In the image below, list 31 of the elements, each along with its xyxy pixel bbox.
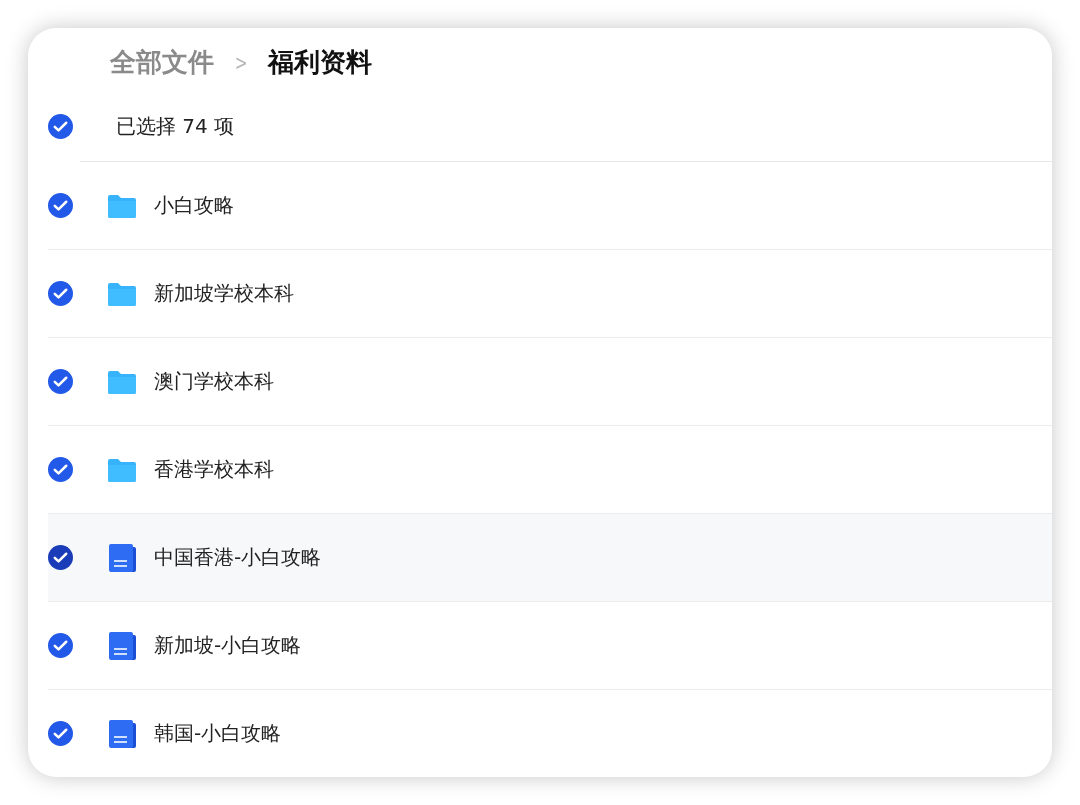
breadcrumb-link[interactable]: 福利资料 xyxy=(268,44,373,80)
file-name: 新加坡-小白攻略 xyxy=(154,632,302,659)
row-checkbox[interactable] xyxy=(48,633,73,658)
row-checkbox[interactable] xyxy=(48,721,73,746)
document-icon xyxy=(108,631,136,660)
file-row[interactable]: 韩国-小白攻略 xyxy=(48,690,1052,777)
row-checkbox[interactable] xyxy=(48,193,73,218)
folder-icon xyxy=(108,281,136,306)
file-row[interactable]: 小白攻略 xyxy=(48,162,1052,250)
document-icon xyxy=(108,719,136,748)
folder-icon xyxy=(108,193,136,218)
row-checkbox[interactable] xyxy=(48,545,73,570)
file-name: 中国香港-小白攻略 xyxy=(154,544,322,571)
select-all-checkbox[interactable] xyxy=(48,114,73,139)
file-row[interactable]: 中国香港-小白攻略 xyxy=(48,514,1052,602)
row-checkbox[interactable] xyxy=(48,457,73,482)
file-row[interactable]: 澳门学校本科 xyxy=(48,338,1052,426)
file-name: 香港学校本科 xyxy=(154,456,274,483)
row-checkbox[interactable] xyxy=(48,281,73,306)
file-name: 新加坡学校本科 xyxy=(154,280,294,307)
file-name: 澳门学校本科 xyxy=(154,368,274,395)
folder-icon xyxy=(108,457,136,482)
chevron-separator: > xyxy=(234,49,248,75)
row-checkbox[interactable] xyxy=(48,369,73,394)
file-row[interactable]: 新加坡-小白攻略 xyxy=(48,602,1052,690)
document-icon xyxy=(108,543,136,572)
file-row[interactable]: 新加坡学校本科 xyxy=(48,250,1052,338)
file-name: 韩国-小白攻略 xyxy=(154,720,282,747)
folder-icon xyxy=(108,369,136,394)
file-name: 小白攻略 xyxy=(154,192,234,219)
selection-count: 已选择 74 项 xyxy=(116,113,235,140)
